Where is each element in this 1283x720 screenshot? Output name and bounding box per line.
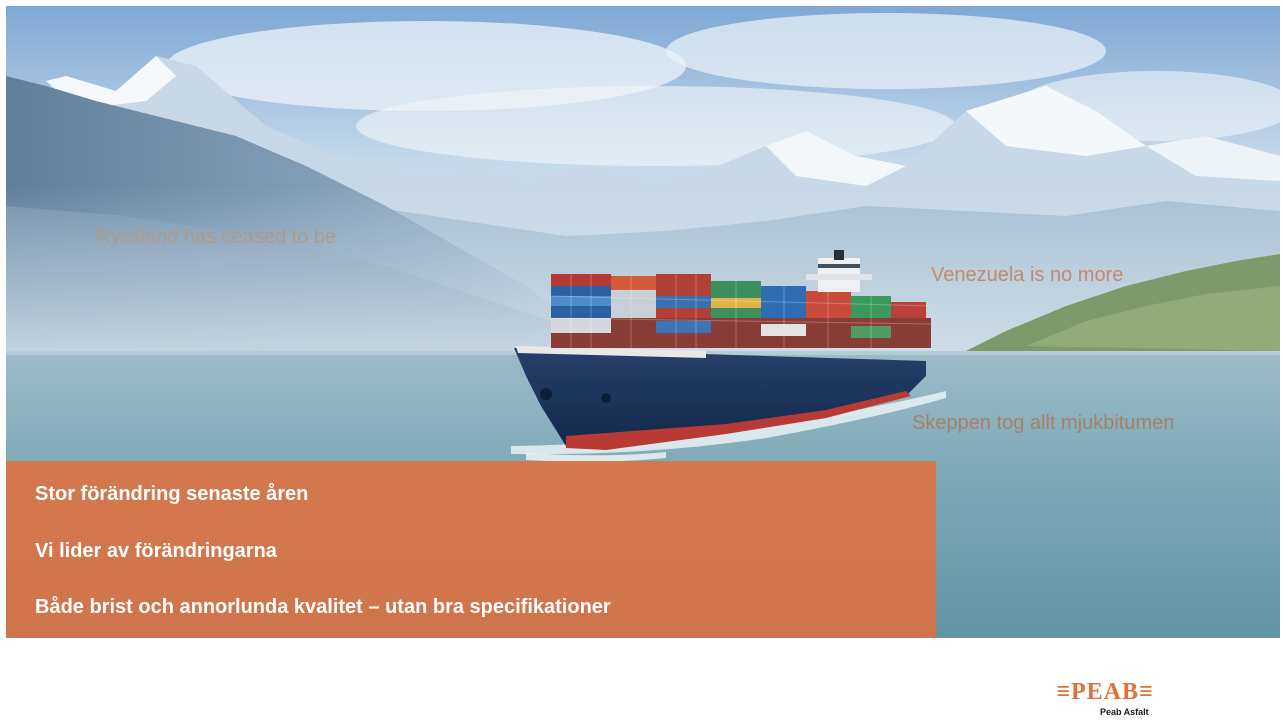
slide: Ryssland has ceased to be Venezuela is n… — [0, 0, 1283, 720]
overlay-text-ryssland: Ryssland has ceased to be — [96, 226, 337, 248]
bullet-item: Både brist och annorlunda kvalitet – uta… — [35, 596, 611, 618]
overlay-text-venezuela: Venezuela is no more — [931, 264, 1124, 286]
bullet-panel: Stor förändring senaste åren Vi lider av… — [6, 461, 936, 638]
peab-logo: ≡PEAB≡ Peab Asfalt — [1050, 680, 1215, 720]
bullet-item: Stor förändring senaste åren — [35, 483, 309, 505]
overlay-text-skeppen: Skeppen tog allt mjukbitumen — [912, 412, 1175, 434]
logo-wordmark: ≡PEAB≡ — [1056, 679, 1154, 705]
logo-subtitle: Peab Asfalt — [1100, 707, 1149, 717]
bullet-item: Vi lider av förändringarna — [35, 540, 277, 562]
